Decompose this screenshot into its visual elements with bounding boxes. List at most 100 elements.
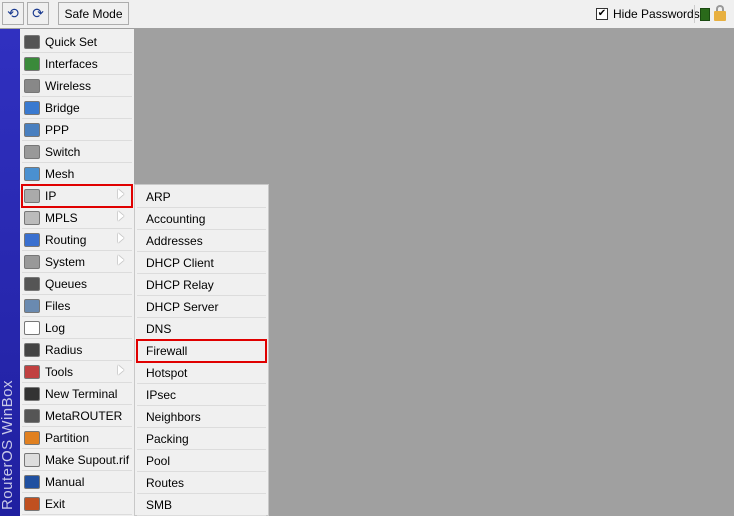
menu-item-quick-set[interactable]: Quick Set (22, 31, 132, 53)
menu-item-interfaces[interactable]: Interfaces (22, 53, 132, 75)
lock-icon (714, 5, 726, 21)
menu-item-new-terminal[interactable]: New Terminal (22, 383, 132, 405)
tools-icon (24, 364, 40, 379)
queues-icon (24, 276, 40, 291)
menu-item-wireless[interactable]: Wireless (22, 75, 132, 97)
safe-mode-button[interactable]: Safe Mode (58, 2, 129, 25)
metarouter-icon (24, 408, 40, 423)
mpls-icon (24, 210, 40, 225)
menu-item-label: Make Supout.rif (45, 452, 130, 467)
menu-item-bridge[interactable]: Bridge (22, 97, 132, 119)
menu-item-mpls[interactable]: MPLS (22, 207, 132, 229)
submenu-arrow-icon (118, 211, 124, 221)
submenu-item-dhcp-server[interactable]: DHCP Server (137, 296, 266, 318)
toolbar: ⟲ ⟳ Safe Mode ✔ Hide Passwords (0, 0, 734, 29)
undo-button[interactable]: ⟲ (2, 2, 24, 25)
submenu-item-packing[interactable]: Packing (137, 428, 266, 450)
menu-item-label: Bridge (45, 100, 80, 115)
help-icon (24, 474, 40, 489)
menu-item-queues[interactable]: Queues (22, 273, 132, 295)
ppp-icon (24, 122, 40, 137)
menu-item-files[interactable]: Files (22, 295, 132, 317)
menu-item-manual[interactable]: Manual (22, 471, 132, 493)
submenu-arrow-icon (118, 233, 124, 243)
menu-item-mesh[interactable]: Mesh (22, 163, 132, 185)
menu-item-ip[interactable]: IP (21, 184, 133, 208)
submenu-item-smb[interactable]: SMB (137, 494, 266, 516)
undo-icon: ⟲ (7, 5, 19, 21)
menu-item-label: Switch (45, 144, 81, 159)
switch-icon (24, 144, 40, 159)
menu-item-label: Routing (45, 232, 87, 247)
redo-button[interactable]: ⟳ (27, 2, 49, 25)
submenu-arrow-icon (118, 365, 124, 375)
document-icon (24, 452, 40, 467)
brand-label: RouterOS WinBox (0, 379, 16, 510)
menu-item-label: MPLS (45, 210, 78, 225)
menu-item-system[interactable]: System (22, 251, 132, 273)
radius-icon (24, 342, 40, 357)
submenu-item-firewall[interactable]: Firewall (136, 339, 267, 363)
ip-submenu: ARP Accounting Addresses DHCP Client DHCP Re… (134, 184, 269, 516)
status-indicator-icon (700, 8, 710, 21)
submenu-item-arp[interactable]: ARP (137, 186, 266, 208)
menu-item-tools[interactable]: Tools (22, 361, 132, 383)
antenna-icon (24, 78, 40, 93)
hide-passwords-label: Hide Passwords (613, 7, 700, 21)
submenu-item-addresses[interactable]: Addresses (137, 230, 266, 252)
sidebar-brand-strip: RouterOS WinBox (0, 29, 20, 516)
mesh-icon (24, 166, 40, 181)
submenu-item-accounting[interactable]: Accounting (137, 208, 266, 230)
menu-item-label: Wireless (45, 78, 92, 93)
menu-item-radius[interactable]: Radius (22, 339, 132, 361)
submenu-arrow-icon (118, 255, 124, 265)
menu-item-switch[interactable]: Switch (22, 141, 132, 163)
gear-icon (24, 254, 40, 269)
menu-item-label: System (45, 254, 86, 269)
bridge-icon (24, 100, 40, 115)
wand-icon (24, 34, 40, 49)
ip-icon (24, 188, 40, 203)
menu-item-label: New Terminal (45, 386, 118, 401)
main-menu: Quick Set Interfaces Wireless Bridge PPP Swit… (20, 29, 134, 516)
menu-item-label: Mesh (45, 166, 75, 181)
log-icon (24, 320, 40, 335)
menu-item-label: Log (45, 320, 66, 335)
submenu-item-routes[interactable]: Routes (137, 472, 266, 494)
menu-item-ppp[interactable]: PPP (22, 119, 132, 141)
menu-item-label: Partition (45, 430, 90, 445)
menu-item-label: Radius (45, 342, 83, 357)
submenu-arrow-icon (118, 189, 124, 199)
menu-item-label: Queues (45, 276, 88, 291)
menu-item-label: Exit (45, 496, 66, 511)
submenu-item-hotspot[interactable]: Hotspot (137, 362, 266, 384)
menu-item-log[interactable]: Log (22, 317, 132, 339)
network-card-icon (24, 56, 40, 71)
menu-item-label: MetaROUTER (45, 408, 123, 423)
menu-item-metarouter[interactable]: MetaROUTER (22, 405, 132, 427)
hide-passwords-checkbox[interactable]: ✔ (596, 8, 608, 20)
redo-icon: ⟳ (32, 5, 44, 21)
partition-icon (24, 430, 40, 445)
menu-item-label: PPP (45, 122, 70, 137)
menu-item-label: Quick Set (45, 34, 98, 49)
folder-icon (24, 298, 40, 313)
submenu-item-ipsec[interactable]: IPsec (137, 384, 266, 406)
menu-item-label: Tools (45, 364, 74, 379)
submenu-item-dhcp-client[interactable]: DHCP Client (137, 252, 266, 274)
menu-item-routing[interactable]: Routing (22, 229, 132, 251)
menu-item-make-supout-rif[interactable]: Make Supout.rif (22, 449, 132, 471)
menu-item-partition[interactable]: Partition (22, 427, 132, 449)
submenu-item-pool[interactable]: Pool (137, 450, 266, 472)
submenu-item-dns[interactable]: DNS (137, 318, 266, 340)
divider (694, 5, 695, 23)
submenu-item-neighbors[interactable]: Neighbors (137, 406, 266, 428)
submenu-item-dhcp-relay[interactable]: DHCP Relay (137, 274, 266, 296)
menu-item-label: Interfaces (45, 56, 98, 71)
menu-item-label: IP (45, 188, 57, 203)
menu-item-label: Manual (45, 474, 85, 489)
exit-icon (24, 496, 40, 511)
menu-item-exit[interactable]: Exit (22, 493, 132, 515)
routing-icon (24, 232, 40, 247)
menu-item-label: Files (45, 298, 71, 313)
